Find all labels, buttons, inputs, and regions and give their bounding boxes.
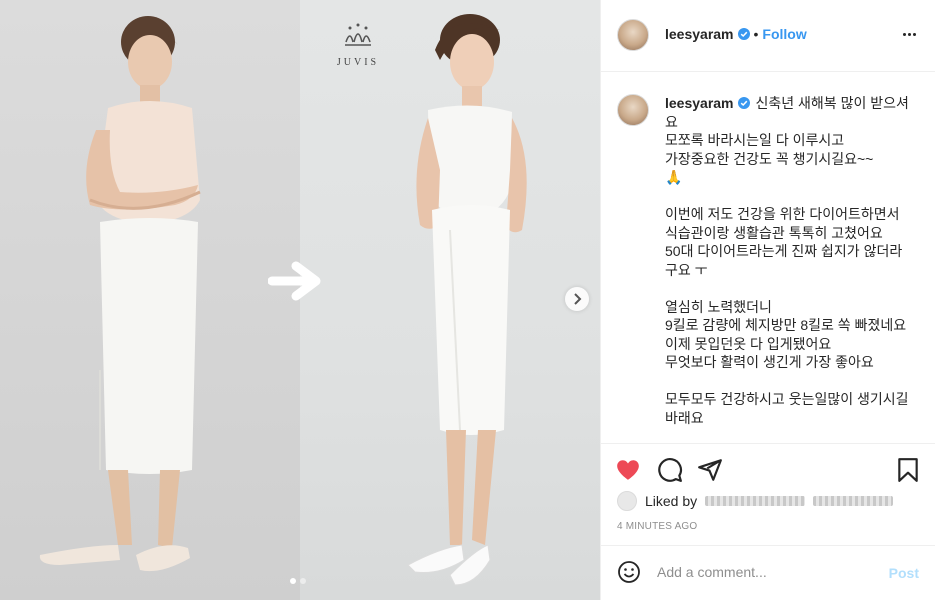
liked-by-avatar[interactable] (617, 491, 637, 511)
liked-by-user-redacted[interactable] (705, 496, 806, 506)
next-slide-button[interactable] (565, 287, 589, 311)
chevron-right-icon (574, 293, 582, 305)
header-user: leesyaram • Follow (665, 26, 807, 42)
action-bar (601, 443, 935, 495)
juvis-logo: JUVIS (330, 22, 386, 68)
verified-icon (737, 97, 750, 109)
follow-button[interactable]: Follow (762, 26, 806, 42)
comments-area[interactable]: leesyaram 신축년 새해복 많이 받으셔요 모쪼록 바라시는일 다 이루시… (601, 72, 935, 443)
verified-icon (737, 28, 750, 40)
caption-avatar[interactable] (617, 94, 649, 126)
logo-text: JUVIS (336, 57, 380, 68)
more-icon[interactable] (903, 26, 919, 42)
carousel-dot (300, 578, 306, 584)
juvis-logo-icon (345, 23, 371, 46)
timestamp[interactable]: 4 MINUTES AGO (617, 521, 697, 532)
share-icon[interactable] (697, 457, 723, 483)
comment-icon[interactable] (657, 457, 683, 483)
arrow-right-icon (268, 261, 321, 301)
header-username[interactable]: leesyaram (665, 26, 734, 42)
caption-username[interactable]: leesyaram (665, 95, 734, 111)
caption: leesyaram 신축년 새해복 많이 받으셔요 모쪼록 바라시는일 다 이루시… (665, 94, 915, 427)
separator-dot: • (753, 26, 759, 42)
before-photo (0, 0, 300, 600)
post-comment-button[interactable]: Post (889, 565, 919, 581)
comment-input[interactable] (657, 564, 877, 580)
post-header: leesyaram • Follow (601, 0, 935, 72)
carousel-dot-active (290, 578, 296, 584)
carousel-indicator (290, 578, 306, 584)
liked-by-others-redacted[interactable] (813, 496, 894, 506)
comment-bar: Post (601, 545, 935, 600)
emoji-icon[interactable] (617, 560, 641, 584)
before-figure (39, 16, 201, 572)
liked-by-prefix: Liked by (645, 493, 698, 509)
bookmark-icon[interactable] (895, 457, 921, 483)
post-sidebar: leesyaram • Follow leesyaram 신축년 새해복 많이 받… (600, 0, 935, 600)
heart-icon[interactable] (615, 457, 641, 483)
caption-text: 신축년 새해복 많이 받으셔요 모쪼록 바라시는일 다 이루시고 가장중요한 건… (665, 95, 909, 426)
post-media[interactable]: JUVIS (0, 0, 600, 600)
after-photo (300, 0, 600, 600)
liked-by: Liked by (617, 491, 894, 511)
after-figure (407, 14, 527, 586)
avatar[interactable] (617, 19, 649, 51)
